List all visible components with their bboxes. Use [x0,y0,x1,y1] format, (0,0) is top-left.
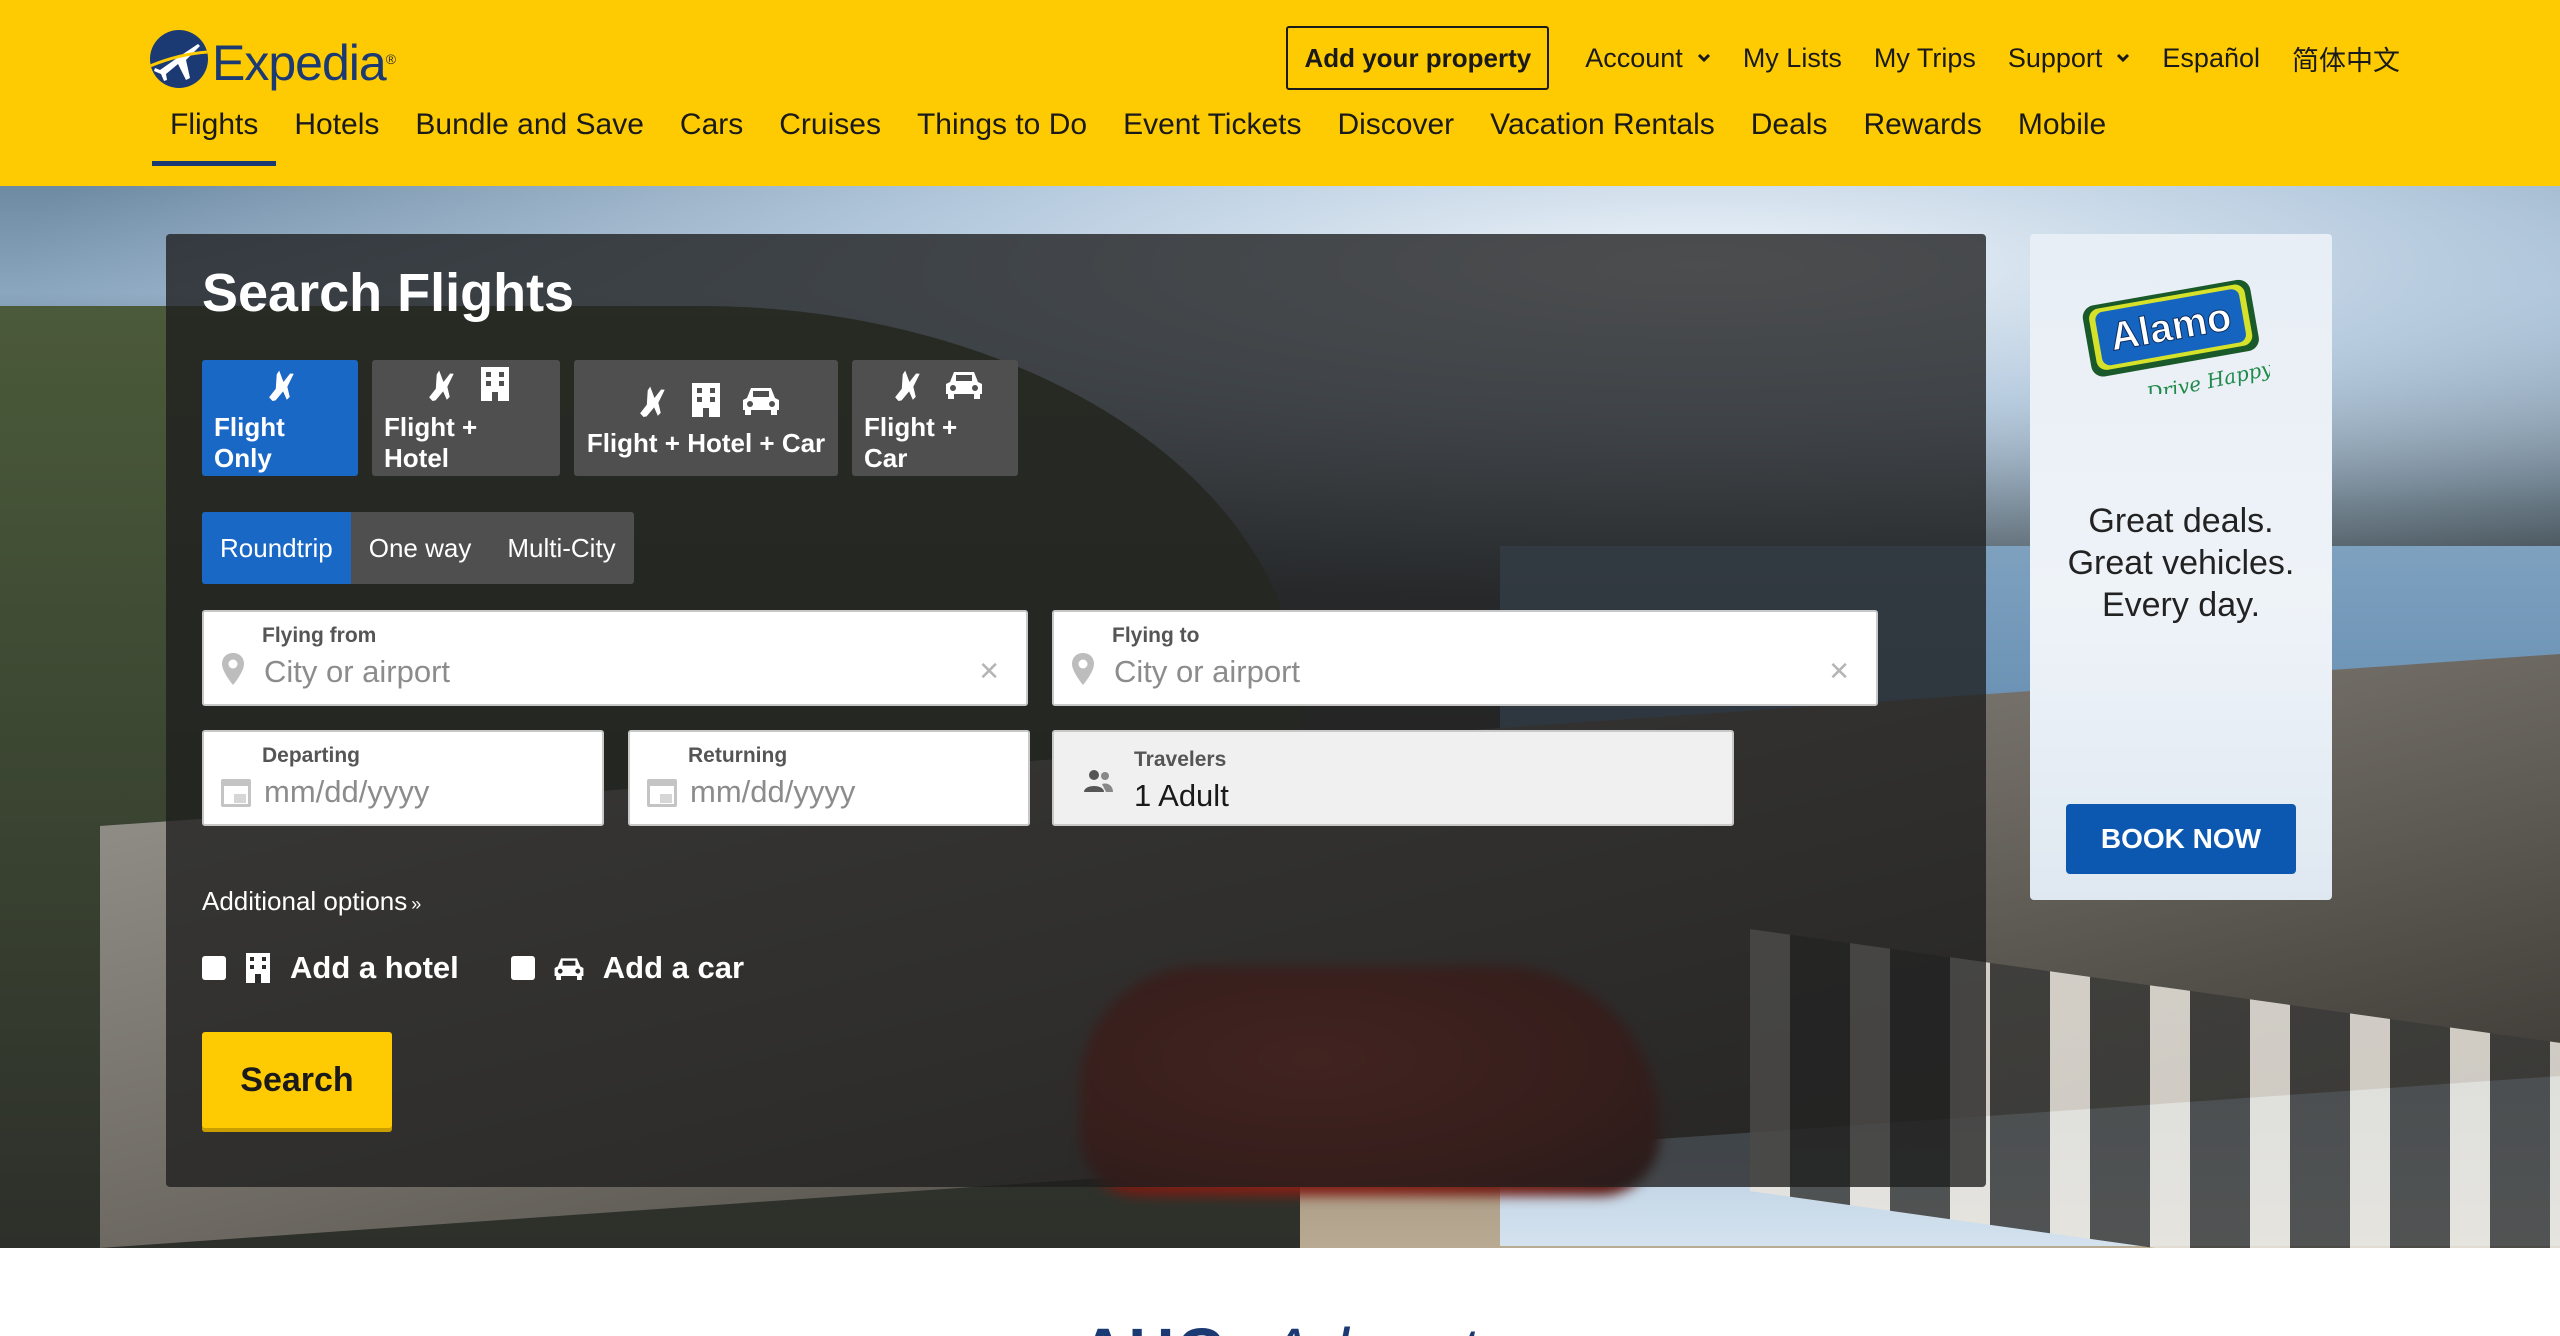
add-car-label: Add a car [602,950,745,985]
calendar-icon [647,779,677,807]
plane-icon [429,370,454,402]
expedia-logo[interactable]: Expedia ® [150,22,396,96]
double-chevron-down-icon: » [411,894,422,914]
car-icon [554,958,584,980]
search-button[interactable]: Search [202,1032,392,1128]
book-now-button[interactable]: BOOK NOW [2066,804,2296,874]
departing-label: Departing [262,744,361,767]
tab-label: Flight + Car [864,412,958,473]
partial-banner-text: AHGAdvant [1080,1314,1479,1336]
add-ons: Add a hotel Add a car [202,950,796,986]
support-label: Support [2007,42,2103,73]
alamo-logo: Alamo Drive Happy [2074,274,2275,406]
additional-options-toggle[interactable]: Additional options» [202,886,421,917]
travelers-value: 1 Adult [1134,778,1229,813]
ad-line-1: Great deals. [2088,502,2274,540]
building-icon [481,367,509,401]
add-car-checkbox[interactable] [510,956,535,980]
product-tabs: Flight Only Flight + Hotel Flight + Hote… [202,360,1032,476]
tab-label: Flight + Hotel + Car [586,427,826,458]
nav-things-to-do[interactable]: Things to Do [899,108,1105,166]
car-icon [946,372,982,399]
nav-cars[interactable]: Cars [662,108,761,166]
nav-flights[interactable]: Flights [152,108,277,166]
tab-flight-only[interactable]: Flight Only [202,360,358,476]
car-icon [743,387,779,415]
tab-flight-hotel-car[interactable]: Flight + Hotel + Car [574,360,838,476]
globe-plane-icon [150,30,208,88]
logo-wordmark: Expedia [212,35,387,91]
building-icon [246,953,270,983]
tab-label: Flight Only [214,412,285,473]
additional-options-label: Additional options [202,886,408,916]
add-car-option[interactable]: Add a car [510,950,745,986]
utility-nav: Add your property Account My Lists My Tr… [1286,26,2400,90]
below-fold-section: AHGAdvant [0,1248,2560,1336]
plane-icon [640,386,665,417]
trip-type-toggle: Roundtrip One way Multi-City [202,512,634,584]
flying-from-input[interactable]: City or airport [264,654,450,690]
returning-input[interactable]: mm/dd/yyyy [690,774,855,810]
trip-one-way[interactable]: One way [351,512,490,584]
tab-label: Flight + Hotel [384,412,478,473]
trip-roundtrip[interactable]: Roundtrip [202,512,351,584]
nav-bundle-and-save[interactable]: Bundle and Save [397,108,662,166]
site-header: Expedia ® Add your property Account My Li… [0,0,2560,186]
nav-vacation-rentals[interactable]: Vacation Rentals [1472,108,1733,166]
flying-to-label: Flying to [1112,624,1200,647]
travelers-label: Travelers [1134,748,1227,771]
registered-mark: ® [385,51,397,67]
departing-input[interactable]: mm/dd/yyyy [264,774,429,810]
travelers-icon [1084,770,1113,792]
nav-event-tickets[interactable]: Event Tickets [1105,108,1319,166]
chevron-down-icon [1697,53,1710,63]
tab-flight-car[interactable]: Flight + Car [852,360,1018,476]
flying-to-input[interactable]: City or airport [1114,654,1300,690]
tab-flight-hotel[interactable]: Flight + Hotel [372,360,560,476]
main-nav: Flights Hotels Bundle and Save Cars Crui… [152,108,2124,166]
add-hotel-label: Add a hotel [290,950,459,985]
add-property-button[interactable]: Add your property [1286,26,1550,90]
building-icon [692,382,720,417]
account-menu[interactable]: Account [1585,43,1711,74]
nav-discover[interactable]: Discover [1319,108,1472,166]
nav-deals[interactable]: Deals [1733,108,1846,166]
ad-copy: Great deals. Great vehicles. Every day. [2030,500,2332,626]
account-label: Account [1585,42,1683,73]
returning-label: Returning [688,744,788,767]
nav-cruises[interactable]: Cruises [761,108,899,166]
calendar-icon [221,779,251,807]
flight-search-panel: Search Flights Flight Only Flight + Hote… [166,234,1986,1187]
departing-field[interactable]: Departing mm/dd/yyyy [202,730,604,826]
flying-from-field[interactable]: Flying from City or airport ✕ [202,610,1028,706]
location-pin-icon [222,653,244,685]
support-menu[interactable]: Support [2008,43,2131,74]
clear-icon[interactable]: ✕ [1828,656,1850,687]
language-espanol-link[interactable]: Español [2162,43,2260,74]
nav-mobile[interactable]: Mobile [2000,108,2124,166]
plane-icon [269,370,294,402]
flying-to-field[interactable]: Flying to City or airport ✕ [1052,610,1878,706]
my-lists-link[interactable]: My Lists [1743,43,1842,74]
language-chinese-link[interactable]: 简体中文 [2292,39,2400,78]
search-title: Search Flights [202,263,575,323]
my-trips-link[interactable]: My Trips [1874,43,1976,74]
location-pin-icon [1072,653,1094,685]
clear-icon[interactable]: ✕ [978,656,1000,687]
returning-field[interactable]: Returning mm/dd/yyyy [628,730,1030,826]
add-hotel-checkbox[interactable] [202,956,226,980]
plane-icon [895,370,920,402]
ad-line-2: Great vehicles. [2067,544,2295,582]
flying-from-label: Flying from [262,624,377,647]
alamo-ad[interactable]: Alamo Drive Happy Great deals. Great veh… [2030,234,2332,900]
travelers-dropdown[interactable]: Travelers 1 Adult [1052,730,1734,826]
nav-hotels[interactable]: Hotels [276,108,397,166]
nav-rewards[interactable]: Rewards [1845,108,1999,166]
chevron-down-icon [2117,53,2130,63]
ad-line-3: Every day. [2101,586,2261,624]
add-hotel-option[interactable]: Add a hotel [202,950,459,986]
trip-multi-city[interactable]: Multi-City [489,512,633,584]
